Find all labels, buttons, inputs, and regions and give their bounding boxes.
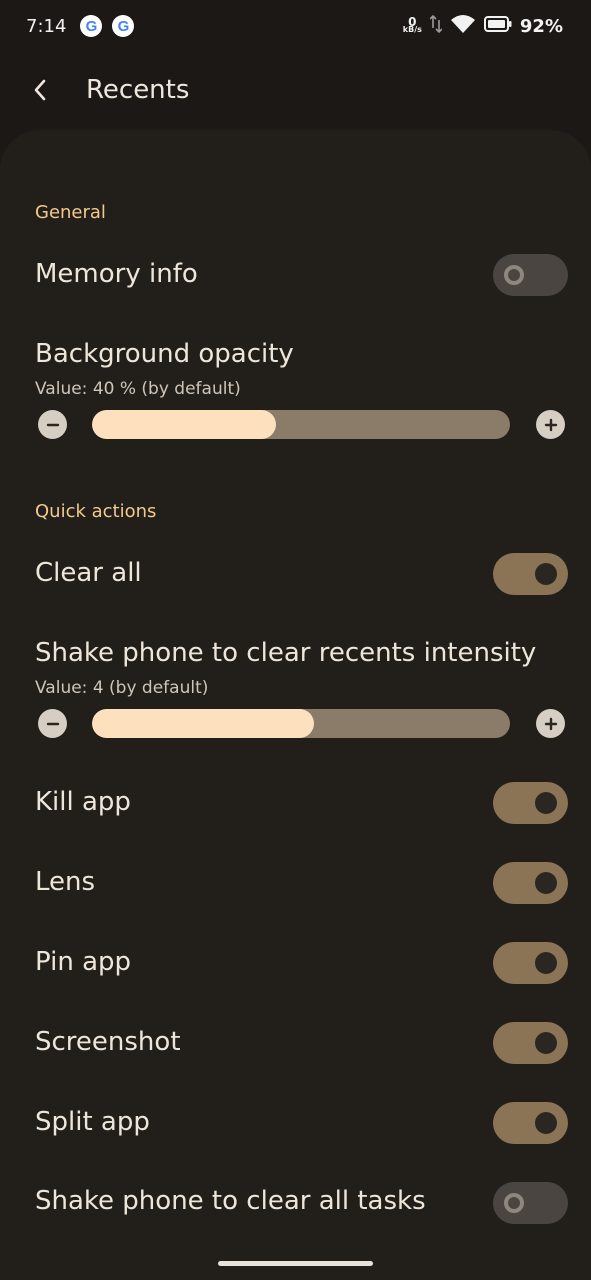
pin-app-toggle[interactable] [493,942,568,984]
split-app-toggle[interactable] [493,1102,568,1144]
google-icon: G [80,15,103,37]
toggle-thumb [535,792,557,814]
memory-info-label: Memory info [35,259,198,289]
background-opacity-value: Value: 40 % (by default) [35,379,241,399]
clock: 7:14 [26,15,67,37]
shake-intensity-label: Shake phone to clear recents intensity [35,638,537,668]
background-opacity-label: Background opacity [35,339,294,369]
memory-info-toggle[interactable] [493,254,568,296]
minus-icon [46,722,59,725]
back-button[interactable] [20,70,60,110]
battery-icon [483,16,512,36]
status-bar-left: 7:14 G G [26,15,135,37]
shake-clear-all-toggle[interactable] [493,1182,568,1224]
home-indicator[interactable] [218,1261,373,1266]
shake-intensity-increase-button[interactable] [536,709,565,738]
background-opacity-decrease-button[interactable] [38,410,67,439]
screenshot-toggle[interactable] [493,1022,568,1064]
background-opacity-slider[interactable] [92,410,510,439]
slider-fill [92,709,314,738]
toggle-thumb [535,1112,557,1134]
lens-toggle[interactable] [493,862,568,904]
status-bar: 7:14 G G 0 kB/s 92% [0,0,591,52]
shake-intensity-value: Value: 4 (by default) [35,678,209,698]
toggle-thumb [535,952,557,974]
wifi-icon [450,14,476,38]
app-bar: Recents [0,60,591,120]
lens-label: Lens [35,867,96,897]
pin-app-label: Pin app [35,947,132,977]
clear-all-toggle[interactable] [493,553,568,595]
plus-icon [544,418,557,431]
data-transfer-icon [429,14,443,38]
toggle-thumb [504,1193,524,1213]
kill-app-toggle[interactable] [493,782,568,824]
section-header-general: General [35,202,106,223]
shake-clear-all-label: Shake phone to clear all tasks [35,1186,426,1216]
minus-icon [46,423,59,426]
plus-icon [544,717,557,730]
google-icon: G [112,15,135,37]
background-opacity-increase-button[interactable] [536,410,565,439]
clear-all-label: Clear all [35,558,142,588]
split-app-label: Split app [35,1107,150,1137]
toggle-thumb [535,1032,557,1054]
slider-fill [92,410,276,439]
settings-list: General Memory info Background opacity V… [0,130,591,1280]
page-title: Recents [86,75,190,105]
shake-intensity-decrease-button[interactable] [38,709,67,738]
toggle-thumb [535,563,557,585]
net-speed-unit: kB/s [402,25,422,34]
screenshot-label: Screenshot [35,1027,181,1057]
toggle-thumb [535,872,557,894]
section-header-quick-actions: Quick actions [35,501,157,522]
status-bar-right: 0 kB/s 92% [403,14,563,38]
net-speed: 0 kB/s [402,16,422,34]
chevron-left-icon [34,79,46,101]
kill-app-label: Kill app [35,787,131,817]
toggle-thumb [504,265,524,285]
battery-percent: 92% [519,15,563,37]
shake-intensity-slider[interactable] [92,709,510,738]
